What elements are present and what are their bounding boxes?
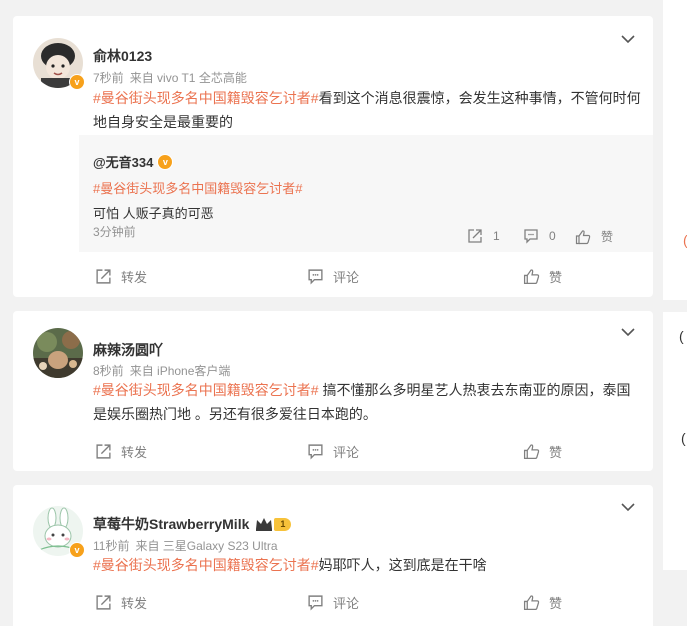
comment-label: 评论 xyxy=(333,595,360,611)
comment-label: 评论 xyxy=(333,269,360,285)
comment-icon xyxy=(308,594,323,611)
comment-button[interactable]: 评论 xyxy=(307,431,359,471)
repost-topic-link[interactable]: #曼谷街头现多名中国籍毁容乞讨者# xyxy=(93,178,302,197)
member-level: 1 xyxy=(274,517,292,531)
chevron-down-icon[interactable] xyxy=(621,327,635,337)
verified-badge-icon: v xyxy=(69,74,85,90)
repost-count: 1 xyxy=(493,229,500,243)
post-meta: 7秒前 来自 vivo T1 全芯高能 xyxy=(93,69,253,86)
repost-icon xyxy=(468,229,482,243)
topic-link[interactable]: #曼谷街头现多名中国籍毁容乞讨者# xyxy=(93,557,319,573)
like-label: 赞 xyxy=(549,269,563,285)
right-partial-glyph: ( xyxy=(683,232,687,248)
verified-badge-icon: v xyxy=(69,542,85,558)
repost-icon xyxy=(96,594,111,610)
repost-time[interactable]: 3分钟前 xyxy=(93,223,136,240)
topic-link[interactable]: #曼谷街头现多名中国籍毁容乞讨者# xyxy=(93,90,319,106)
right-partial-glyph: ( xyxy=(681,430,686,446)
topic-link[interactable]: #曼谷街头现多名中国籍毁容乞讨者# xyxy=(93,382,319,398)
repost-text: 可怕 人贩子真的可恶 xyxy=(93,206,214,221)
repost-author[interactable]: @无音334 v xyxy=(93,152,174,171)
like-button[interactable]: 赞 xyxy=(523,582,562,622)
post-source: 来自 vivo T1 全芯高能 xyxy=(129,71,247,85)
verified-badge-icon: v xyxy=(157,153,174,170)
like-icon xyxy=(575,229,591,244)
like-label: 赞 xyxy=(549,444,563,460)
repost-like-button[interactable]: 赞 xyxy=(575,228,613,245)
repost-button[interactable]: 转发 xyxy=(95,256,147,296)
repost-label: 转发 xyxy=(121,269,148,285)
feed-post: 麻辣汤圆吖 8秒前 来自 iPhone客户端 #曼谷街头现多名中国籍毁容乞讨者# … xyxy=(13,311,653,471)
chevron-down-icon[interactable] xyxy=(621,502,635,512)
comment-button[interactable]: 评论 xyxy=(307,256,359,296)
post-meta: 8秒前 来自 iPhone客户端 xyxy=(93,362,236,379)
post-body: 妈耶吓人，这到底是在干啥 xyxy=(318,557,487,573)
post-time[interactable]: 7秒前 xyxy=(93,71,124,85)
user-name-row: 草莓牛奶StrawberryMilk 1 xyxy=(93,514,292,534)
right-partial-glyph: ( xyxy=(679,328,684,344)
action-bar: 转发 评论 赞 xyxy=(13,256,653,296)
feed-post: v 俞林0123 7秒前 来自 vivo T1 全芯高能 #曼谷街头现多名中国籍毁… xyxy=(13,16,653,297)
like-icon xyxy=(523,443,540,459)
post-source: 来自 iPhone客户端 xyxy=(129,364,231,378)
comment-icon xyxy=(308,443,323,460)
like-label: 赞 xyxy=(549,595,563,611)
username[interactable]: 俞林0123 xyxy=(93,46,152,66)
like-icon xyxy=(523,268,540,284)
action-bar: 转发 评论 赞 xyxy=(13,431,653,471)
username[interactable]: 草莓牛奶StrawberryMilk xyxy=(93,514,249,534)
post-meta: 11秒前 来自 三星Galaxy S23 Ultra xyxy=(93,537,284,554)
feed-post: v 草莓牛奶StrawberryMilk 1 11秒前 来自 三星Galaxy S… xyxy=(13,485,653,626)
post-time[interactable]: 8秒前 xyxy=(93,364,124,378)
like-icon xyxy=(523,594,540,610)
crown-icon xyxy=(256,518,273,531)
member-badge[interactable]: 1 xyxy=(255,517,292,531)
chevron-down-icon[interactable] xyxy=(621,34,635,44)
comment-button[interactable]: 评论 xyxy=(307,582,359,622)
like-button[interactable]: 赞 xyxy=(523,431,562,471)
repost-label: 转发 xyxy=(121,595,148,611)
avatar[interactable] xyxy=(33,328,83,378)
repost-icon xyxy=(96,443,111,459)
comment-count: 0 xyxy=(549,229,556,243)
like-label: 赞 xyxy=(601,230,614,244)
username[interactable]: 麻辣汤圆吖 xyxy=(93,340,163,360)
comment-icon xyxy=(308,268,323,285)
repost-icon xyxy=(96,268,111,284)
action-bar: 转发 评论 赞 xyxy=(13,582,653,622)
repost-comment-button[interactable]: 0 xyxy=(523,228,556,244)
repost-repost-button[interactable]: 1 xyxy=(467,228,500,244)
like-button[interactable]: 赞 xyxy=(523,256,562,296)
repost-button[interactable]: 转发 xyxy=(95,431,147,471)
comment-icon xyxy=(524,229,538,244)
comment-label: 评论 xyxy=(333,444,360,460)
repost-label: 转发 xyxy=(121,444,148,460)
repost-block: @无音334 v #曼谷街头现多名中国籍毁容乞讨者# 可怕 人贩子真的可恶 3分… xyxy=(79,135,653,252)
post-source: 来自 三星Galaxy S23 Ultra xyxy=(135,539,278,553)
post-text: #曼谷街头现多名中国籍毁容乞讨者#妈耶吓人，这到底是在干啥 xyxy=(93,553,641,577)
post-time[interactable]: 11秒前 xyxy=(93,539,129,553)
right-column-top: ( xyxy=(663,0,687,300)
right-column-lower: ( ( xyxy=(663,312,687,570)
repost-button[interactable]: 转发 xyxy=(95,582,147,622)
post-text: #曼谷街头现多名中国籍毁容乞讨者#看到这个消息很震惊，会发生这种事情，不管何时何… xyxy=(93,86,641,134)
post-text: #曼谷街头现多名中国籍毁容乞讨者# 搞不懂那么多明星艺人热衷去东南亚的原因，泰国… xyxy=(93,378,641,426)
repost-username[interactable]: @无音334 xyxy=(93,152,153,171)
